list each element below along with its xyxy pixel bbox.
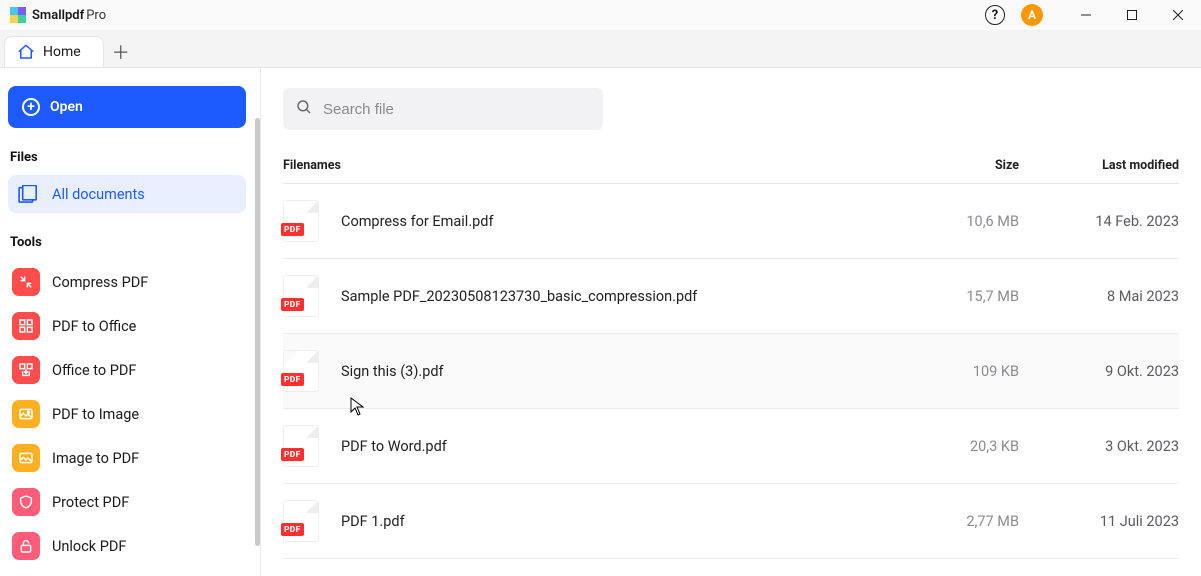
sidebar-item-all-documents[interactable]: All documents xyxy=(8,175,246,213)
file-size: 109 KB xyxy=(889,363,1019,380)
pdf-file-icon: PDF xyxy=(283,500,319,542)
pdf-to-office-icon xyxy=(12,312,40,340)
file-name: Sign this (3).pdf xyxy=(341,363,889,380)
tool-label: Office to PDF xyxy=(52,362,136,379)
section-files-label: Files xyxy=(8,148,246,175)
file-date: 8 Mai 2023 xyxy=(1019,288,1179,305)
table-header: Filenames Size Last modified xyxy=(283,158,1179,184)
tool-label: PDF to Image xyxy=(52,406,139,423)
tool-pdf-to-image[interactable]: PDF to Image xyxy=(8,392,246,436)
file-name: PDF to Word.pdf xyxy=(341,438,889,455)
table-row[interactable]: PDF Sample PDF_20230508123730_basic_comp… xyxy=(283,259,1179,334)
pdf-file-icon: PDF xyxy=(283,425,319,467)
avatar[interactable]: A xyxy=(1021,4,1043,26)
file-name: PDF 1.pdf xyxy=(341,513,889,530)
file-size: 15,7 MB xyxy=(889,288,1019,305)
window-close-button[interactable] xyxy=(1155,0,1201,30)
table-row[interactable]: PDF Compress for Email.pdf 10,6 MB 14 Fe… xyxy=(283,184,1179,259)
file-size: 20,3 KB xyxy=(889,438,1019,455)
office-to-pdf-icon xyxy=(12,356,40,384)
sidebar-item-label: All documents xyxy=(52,186,145,203)
file-date: 14 Feb. 2023 xyxy=(1019,213,1179,230)
section-tools-label: Tools xyxy=(8,233,246,260)
window-maximize-button[interactable] xyxy=(1109,0,1155,30)
tool-pdf-to-office[interactable]: PDF to Office xyxy=(8,304,246,348)
file-table: Filenames Size Last modified PDF Compres… xyxy=(283,158,1179,559)
search-icon xyxy=(295,98,313,120)
tool-protect-pdf[interactable]: Protect PDF xyxy=(8,480,246,524)
table-row[interactable]: PDF PDF 1.pdf 2,77 MB 11 Juli 2023 xyxy=(283,484,1179,559)
new-tab-button[interactable]: ＋ xyxy=(104,36,138,67)
compress-icon xyxy=(12,268,40,296)
tool-label: Image to PDF xyxy=(52,450,139,467)
window-minimize-button[interactable] xyxy=(1063,0,1109,30)
plus-circle-icon: + xyxy=(22,98,40,116)
tool-label: Protect PDF xyxy=(52,494,129,511)
search-box[interactable] xyxy=(283,88,603,130)
open-button-label: Open xyxy=(50,99,83,115)
col-header-date[interactable]: Last modified xyxy=(1019,158,1179,173)
tool-compress-pdf[interactable]: Compress PDF xyxy=(8,260,246,304)
pdf-file-icon: PDF xyxy=(283,350,319,392)
tool-label: PDF to Office xyxy=(52,318,136,335)
pdf-to-image-icon xyxy=(12,400,40,428)
tool-unlock-pdf[interactable]: Unlock PDF xyxy=(8,524,246,568)
col-header-size[interactable]: Size xyxy=(889,158,1019,173)
tool-label: Unlock PDF xyxy=(52,538,126,555)
pdf-file-icon: PDF xyxy=(283,200,319,242)
tool-image-to-pdf[interactable]: Image to PDF xyxy=(8,436,246,480)
file-date: 11 Juli 2023 xyxy=(1019,513,1179,530)
file-size: 2,77 MB xyxy=(889,513,1019,530)
protect-icon xyxy=(12,488,40,516)
table-row[interactable]: PDF PDF to Word.pdf 20,3 KB 3 Okt. 2023 xyxy=(283,409,1179,484)
documents-icon xyxy=(18,185,40,203)
file-date: 9 Okt. 2023 xyxy=(1019,363,1179,380)
search-input[interactable] xyxy=(323,101,591,118)
main-area: Filenames Size Last modified PDF Compres… xyxy=(260,68,1201,576)
help-icon[interactable]: ? xyxy=(985,5,1005,25)
unlock-icon xyxy=(12,532,40,560)
file-name: Compress for Email.pdf xyxy=(341,213,889,230)
file-name: Sample PDF_20230508123730_basic_compress… xyxy=(341,288,889,305)
file-date: 3 Okt. 2023 xyxy=(1019,438,1179,455)
open-button[interactable]: + Open xyxy=(8,86,246,128)
tab-home[interactable]: Home xyxy=(4,36,104,67)
app-name: Smallpdf xyxy=(32,8,84,23)
app-name-suffix: Pro xyxy=(86,8,106,23)
pdf-file-icon: PDF xyxy=(283,275,319,317)
col-header-name[interactable]: Filenames xyxy=(283,158,889,173)
tool-label: Compress PDF xyxy=(52,274,148,291)
home-icon xyxy=(17,43,35,61)
sidebar: + Open Files All documents Tools Compres… xyxy=(0,68,254,576)
image-to-pdf-icon xyxy=(12,444,40,472)
tab-strip: Home ＋ xyxy=(0,30,1201,68)
tab-home-label: Home xyxy=(43,44,81,60)
sidebar-scrollbar[interactable] xyxy=(254,68,260,576)
app-logo xyxy=(10,7,26,23)
titlebar: Smallpdf Pro ? A xyxy=(0,0,1201,30)
file-size: 10,6 MB xyxy=(889,213,1019,230)
tool-office-to-pdf[interactable]: Office to PDF xyxy=(8,348,246,392)
table-row[interactable]: PDF Sign this (3).pdf 109 KB 9 Okt. 2023 xyxy=(283,334,1179,409)
